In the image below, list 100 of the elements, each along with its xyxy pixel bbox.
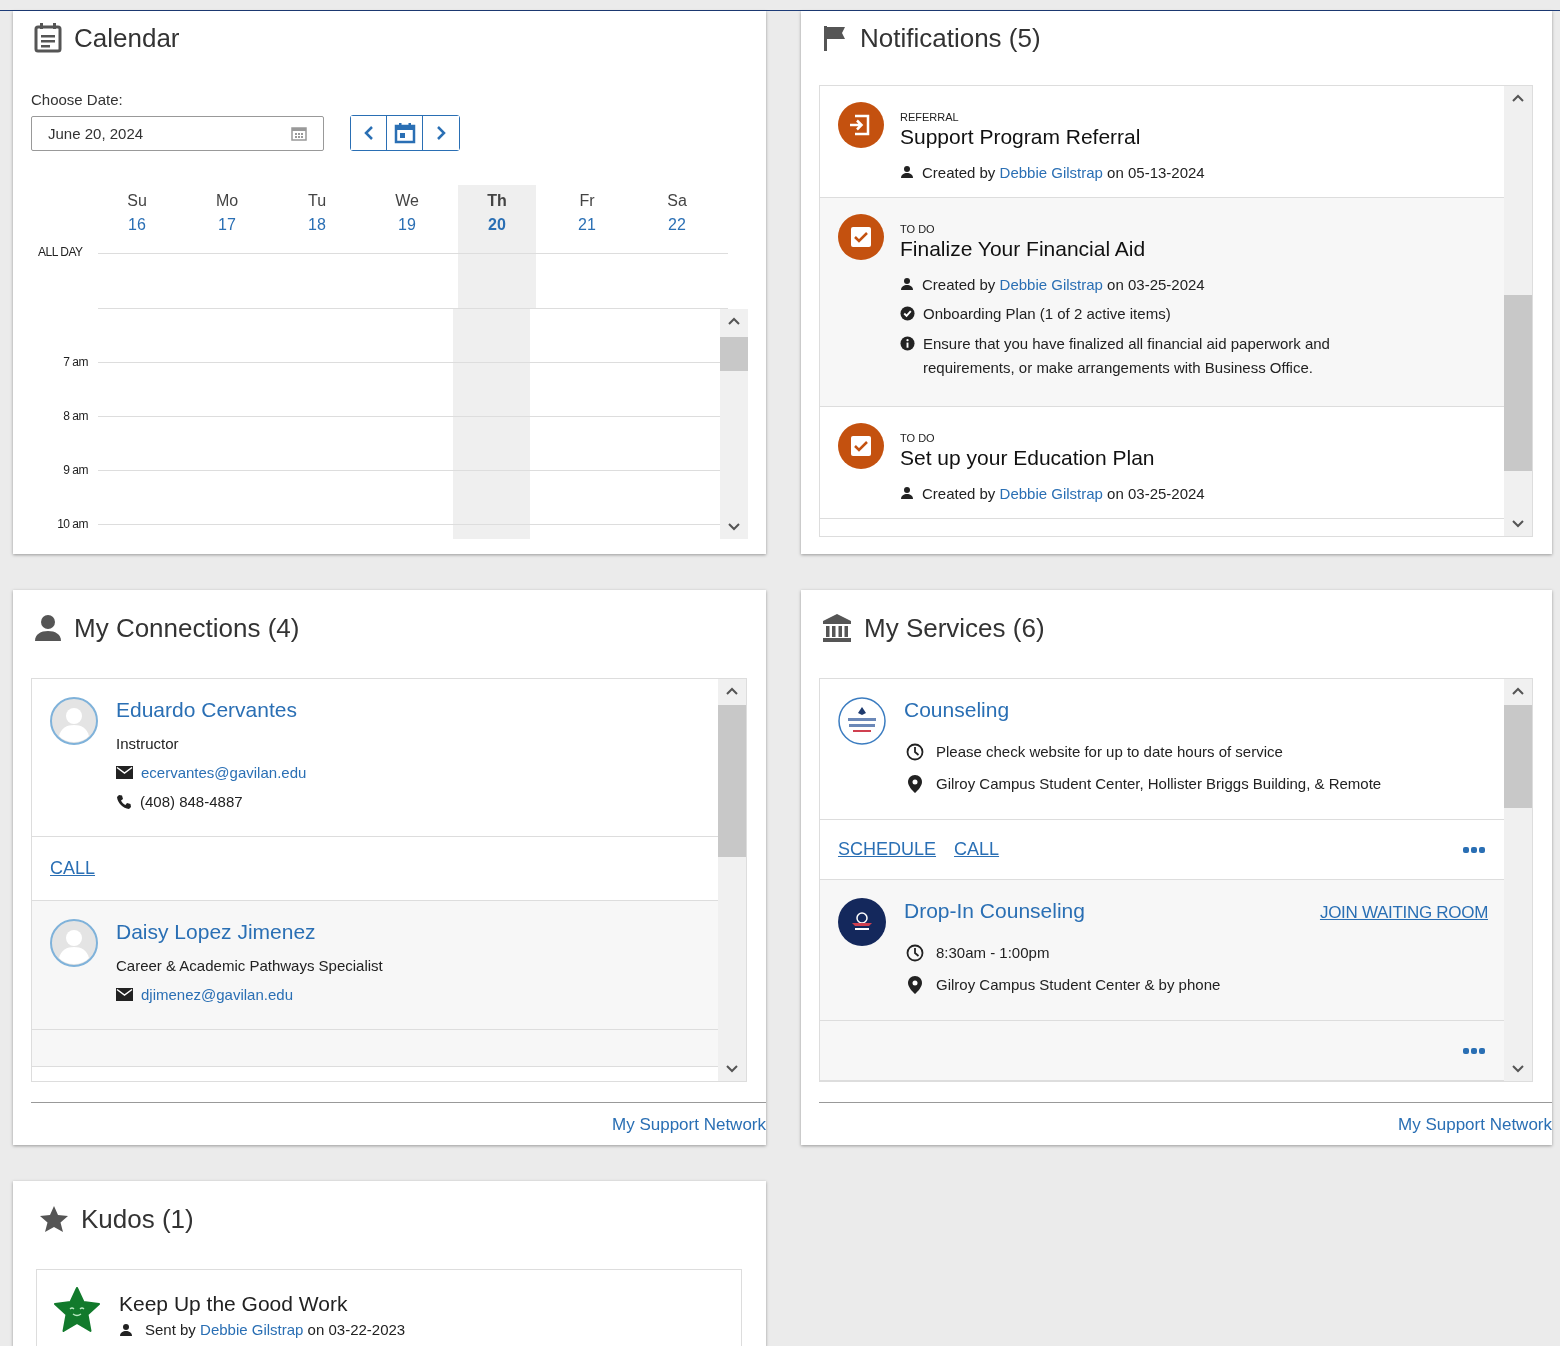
chevron-up-icon[interactable]	[727, 316, 741, 326]
person-icon	[900, 486, 914, 500]
more-icon[interactable]	[1462, 1046, 1486, 1055]
email-link[interactable]: djimenez@gavilan.edu	[141, 980, 293, 1009]
person-link[interactable]: Debbie Gilstrap	[999, 485, 1103, 502]
call-link[interactable]: CALL	[954, 839, 1000, 860]
date-field[interactable]: June 20, 2024	[31, 115, 324, 151]
category-label: REFERRAL	[900, 110, 960, 124]
person-link[interactable]: Debbie Gilstrap	[999, 276, 1103, 293]
service-name[interactable]: Counseling	[904, 697, 1010, 723]
person-link[interactable]: Debbie Gilstrap	[200, 1321, 304, 1338]
scrollbar-thumb[interactable]	[718, 705, 746, 857]
call-link[interactable]: CALL	[50, 858, 96, 879]
checkbox-icon	[838, 214, 884, 260]
all-day-cell[interactable]	[458, 253, 548, 309]
email-link[interactable]: ecervantes@gavilan.edu	[141, 758, 307, 787]
day-header[interactable]: Sa 22	[638, 185, 716, 253]
chevron-up-icon[interactable]	[1511, 93, 1525, 103]
scrollbar[interactable]	[718, 679, 746, 1081]
location-pin-icon	[906, 775, 924, 793]
scrollbar[interactable]	[1504, 679, 1532, 1081]
previous-button[interactable]	[351, 116, 387, 150]
day-header[interactable]: Su 16	[98, 185, 176, 253]
emblem-icon	[838, 697, 886, 745]
service-name[interactable]: Drop-In Counseling	[904, 898, 1085, 924]
time-label: 8 am	[62, 409, 88, 423]
clock-icon	[906, 944, 924, 962]
chevron-down-icon[interactable]	[1511, 1064, 1525, 1074]
chevron-up-icon[interactable]	[725, 686, 739, 696]
day-header[interactable]: Fr 21	[548, 185, 626, 253]
more-icon[interactable]	[1462, 845, 1486, 854]
chevron-right-icon	[435, 125, 447, 141]
chevron-left-icon	[362, 125, 375, 141]
byline-text: Sent by Debbie Gilstrap on 03-22-2023	[145, 1320, 406, 1340]
scrollbar-thumb[interactable]	[720, 337, 748, 371]
envelope-icon	[116, 988, 133, 1001]
contact-name[interactable]: Daisy Lopez Jimenez	[116, 919, 383, 945]
hours-text: Please check website for up to date hours of service	[936, 742, 1283, 762]
all-day-cell[interactable]	[638, 253, 728, 309]
star-icon	[39, 1205, 69, 1233]
phone-icon	[116, 793, 132, 810]
byline-text: Created by Debbie Gilstrap on 03-25-2024	[922, 484, 1205, 504]
person-link[interactable]: Debbie Gilstrap	[999, 164, 1103, 181]
hours-text: 8:30am - 1:00pm	[936, 943, 1050, 963]
phone-text: (408) 848-4887	[140, 792, 243, 812]
day-header[interactable]: Mo 17	[188, 185, 266, 253]
kudos-title: Keep Up the Good Work	[119, 1291, 349, 1317]
calendar-icon	[34, 23, 62, 53]
chevron-down-icon[interactable]	[725, 1064, 739, 1074]
all-day-cell[interactable]	[278, 253, 368, 309]
category-label: TO DO	[900, 222, 936, 236]
check-circle-icon	[900, 306, 915, 321]
clock-icon	[906, 743, 924, 761]
contact-name[interactable]: Eduardo Cervantes	[116, 697, 307, 723]
role-text: Career & Academic Pathways Specialist	[116, 956, 383, 976]
time-label: 7 am	[62, 355, 88, 369]
support-network-link[interactable]: My Support Network	[612, 1115, 766, 1134]
day-header[interactable]: Th 20	[458, 185, 536, 253]
all-day-cell[interactable]	[98, 253, 188, 309]
chevron-down-icon[interactable]	[727, 522, 741, 532]
chevron-up-icon[interactable]	[1511, 686, 1525, 696]
location-text: Gilroy Campus Student Center & by phone	[936, 975, 1221, 995]
person-icon	[34, 614, 62, 642]
chevron-down-icon[interactable]	[1511, 519, 1525, 529]
date-label: Choose Date:	[31, 91, 124, 109]
scrollbar[interactable]	[1504, 86, 1532, 536]
card-title: My Services (6)	[864, 612, 1045, 645]
scrollbar[interactable]	[720, 309, 748, 539]
all-day-cell[interactable]	[188, 253, 278, 309]
checkbox-icon	[838, 423, 884, 469]
all-day-cell[interactable]	[548, 253, 638, 309]
envelope-icon	[116, 766, 133, 779]
person-icon	[900, 165, 914, 179]
building-icon	[822, 613, 852, 643]
info-icon	[900, 336, 915, 351]
avatar-icon	[50, 919, 98, 967]
notification-title[interactable]: Finalize Your Financial Aid	[900, 236, 1413, 262]
all-day-label: ALL DAY	[37, 245, 84, 259]
scrollbar-thumb[interactable]	[1504, 705, 1532, 808]
person-icon	[900, 277, 914, 291]
scrollbar-thumb[interactable]	[1504, 295, 1532, 471]
smiling-star-icon	[53, 1287, 101, 1333]
location-text: Gilroy Campus Student Center, Hollister Briggs Building, & Remote	[936, 774, 1382, 794]
calendar-icon	[291, 125, 307, 141]
calendar-icon	[393, 122, 416, 144]
emblem-icon	[838, 898, 886, 946]
support-network-link[interactable]: My Support Network	[1398, 1115, 1552, 1134]
date-navigation[interactable]	[350, 115, 460, 151]
day-header[interactable]: We 19	[368, 185, 446, 253]
notification-title[interactable]: Set up your Education Plan	[900, 445, 1205, 471]
notification-title[interactable]: Support Program Referral	[900, 124, 1205, 150]
time-label: 9 am	[62, 463, 88, 477]
day-header[interactable]: Tu 18	[278, 185, 356, 253]
time-label: 10 am	[56, 517, 88, 531]
schedule-link[interactable]: SCHEDULE	[838, 839, 937, 860]
today-column[interactable]	[453, 309, 531, 539]
role-text: Instructor	[116, 734, 179, 754]
join-waiting-room-link[interactable]: JOIN WAITING ROOM	[1319, 903, 1488, 923]
byline-text: Created by Debbie Gilstrap on 03-25-2024	[922, 275, 1205, 295]
location-pin-icon	[906, 976, 924, 994]
